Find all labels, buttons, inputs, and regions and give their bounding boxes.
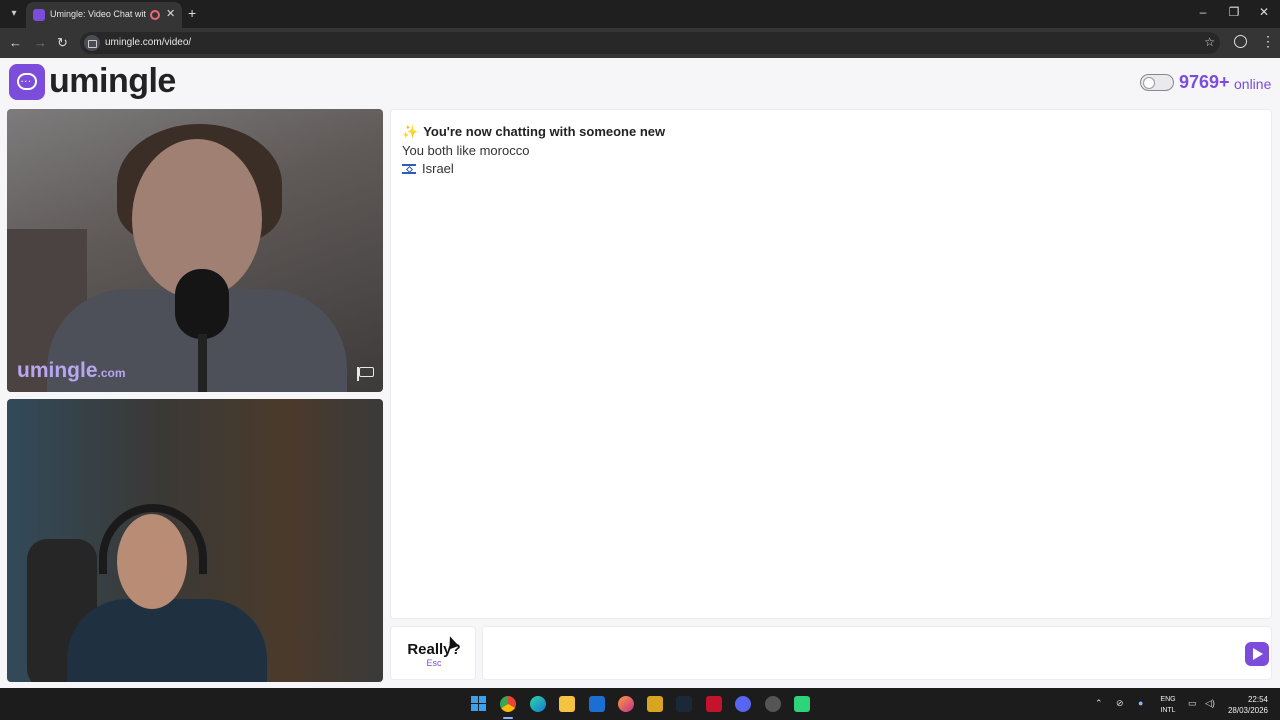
url-text[interactable]: umingle.com/video/ <box>105 37 191 48</box>
online-label: online <box>1234 76 1272 92</box>
israel-flag-icon <box>402 164 416 174</box>
site-info-icon[interactable] <box>84 35 100 51</box>
restore-icon[interactable]: ❐ <box>1224 5 1244 19</box>
online-count: 9769+ <box>1179 72 1230 92</box>
tab-close-icon[interactable]: ✕ <box>166 7 175 20</box>
headset <box>99 504 207 574</box>
skip-button[interactable]: Really? Esc <box>390 626 476 680</box>
microphone-icon[interactable]: ● <box>1138 698 1143 708</box>
forward-icon[interactable]: → <box>34 35 47 50</box>
chat-country: Israel <box>402 161 454 176</box>
obs-icon[interactable] <box>765 696 781 712</box>
chrome-icon[interactable] <box>500 696 516 712</box>
edge-icon[interactable] <box>530 696 546 712</box>
chat-system-message: ✨ You're now chatting with someone new <box>402 124 666 139</box>
microphone <box>175 269 229 339</box>
tab-title: Umingle: Video Chat with S <box>50 9 146 19</box>
profile-icon[interactable] <box>1234 35 1247 48</box>
umingle-favicon-icon <box>33 9 45 21</box>
file-explorer-icon[interactable] <box>559 696 575 712</box>
skip-shortcut: Esc <box>426 658 442 668</box>
steam-icon[interactable] <box>676 696 692 712</box>
logo-text[interactable]: umingle <box>49 62 176 101</box>
sparkles-icon: ✨ <box>402 124 419 139</box>
self-video <box>7 399 383 682</box>
bookmark-star-icon[interactable]: ☆ <box>1204 35 1215 49</box>
chat-common-interest: You both like morocco <box>402 143 530 158</box>
notes-app-icon[interactable] <box>647 696 663 712</box>
send-icon[interactable] <box>1245 642 1269 666</box>
address-bar-row: ← → ↻ umingle.com/video/ ☆ <box>0 28 1280 58</box>
display-icon[interactable]: ▭ <box>1188 698 1197 709</box>
firefox-icon[interactable] <box>618 696 634 712</box>
chat-log: ✨ You're now chatting with someone new Yo… <box>390 109 1272 619</box>
report-flag-icon[interactable] <box>357 367 374 381</box>
skip-label: Really? <box>407 641 461 658</box>
acrobat-icon[interactable] <box>706 696 722 712</box>
discord-icon[interactable] <box>735 696 751 712</box>
umingle-logo-icon[interactable]: ··· <box>9 64 45 100</box>
volume-icon[interactable]: ◁) <box>1205 698 1215 709</box>
windows-start-icon[interactable] <box>471 696 487 712</box>
language-indicator[interactable]: ENG INTL <box>1159 694 1177 716</box>
video-watermark: umingle.com <box>17 359 126 382</box>
app-icon[interactable] <box>794 696 810 712</box>
theme-toggle[interactable] <box>1140 74 1174 91</box>
message-input[interactable] <box>493 637 1233 669</box>
windows-taskbar: ⌃ ⊘ ● ENG INTL ▭ ◁) 22:54 28/03/2026 <box>0 688 1280 720</box>
window-close-icon[interactable]: ✕ <box>1254 5 1274 19</box>
browser-menu-icon[interactable]: ⋮ <box>1261 33 1275 50</box>
back-icon[interactable]: ← <box>9 35 22 50</box>
minimize-icon[interactable]: – <box>1193 5 1213 19</box>
toggle-knob <box>1143 76 1155 89</box>
tray-overflow-icon[interactable]: ⌃ <box>1095 698 1103 709</box>
stranger-video: umingle.com <box>7 109 383 392</box>
network-off-icon[interactable]: ⊘ <box>1116 698 1124 709</box>
reload-icon[interactable]: ↻ <box>57 35 68 51</box>
tab-search-icon[interactable]: ▾ <box>6 6 22 22</box>
browser-tab[interactable]: Umingle: Video Chat with S ✕ <box>26 2 182 28</box>
new-tab-icon[interactable]: + <box>188 5 196 21</box>
system-clock[interactable]: 22:54 28/03/2026 <box>1226 694 1268 716</box>
outlook-icon[interactable] <box>589 696 605 712</box>
recording-icon <box>150 10 160 20</box>
omnibox[interactable]: umingle.com/video/ ☆ <box>80 32 1220 54</box>
message-box <box>482 626 1272 680</box>
browser-tab-bar: ▾ Umingle: Video Chat with S ✕ + – ❐ ✕ <box>0 0 1280 28</box>
